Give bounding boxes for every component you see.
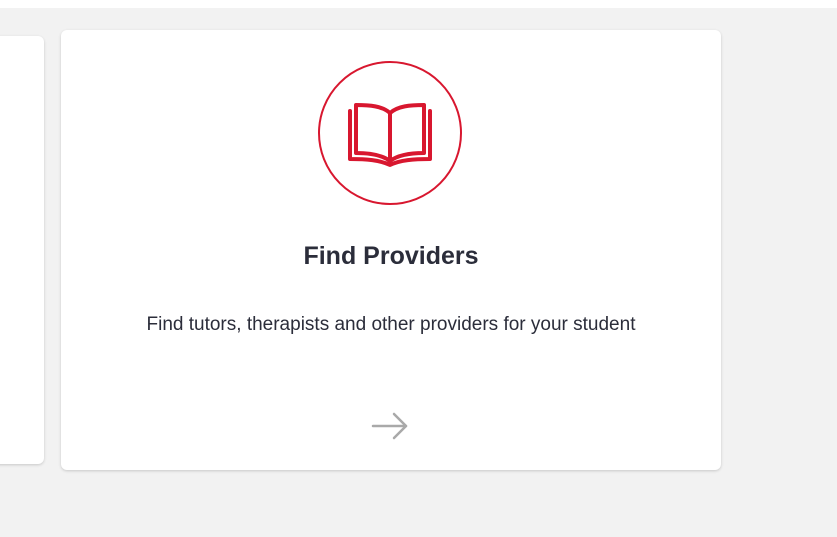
card-title: Find Providers [303,242,479,270]
open-book-icon [318,61,462,205]
top-bar [0,0,837,8]
previous-card[interactable] [0,36,44,464]
page: Find Providers Find tutors, therapists a… [0,0,837,537]
card-description: Find tutors, therapists and other provid… [146,314,636,335]
arrow-right-icon[interactable] [370,411,410,441]
find-providers-card[interactable]: Find Providers Find tutors, therapists a… [61,30,721,470]
